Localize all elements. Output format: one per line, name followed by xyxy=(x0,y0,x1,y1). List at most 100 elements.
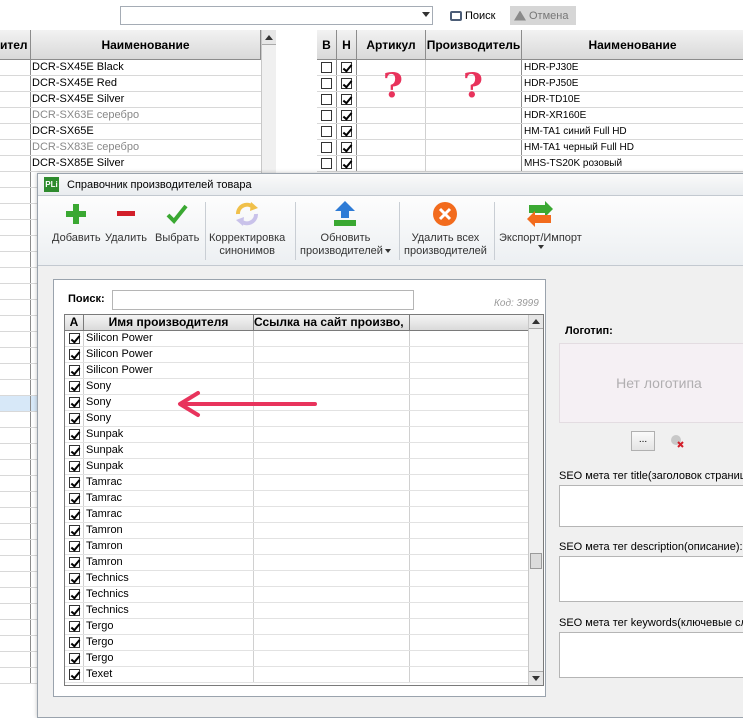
list-item[interactable]: Sunpak xyxy=(65,443,543,459)
column-header-site-link[interactable]: Ссылка на сайт произво, xyxy=(254,315,410,330)
synonyms-button[interactable]: Корректировка синонимов xyxy=(209,200,285,258)
vertical-scrollbar[interactable] xyxy=(528,315,543,685)
checkbox[interactable] xyxy=(341,78,352,89)
active-checkbox[interactable] xyxy=(68,397,80,408)
scroll-up-icon[interactable] xyxy=(529,315,543,329)
active-checkbox[interactable] xyxy=(68,621,80,632)
export-import-button[interactable]: Экспорт/Импорт xyxy=(499,200,582,249)
search-button[interactable]: Поиск xyxy=(446,6,499,25)
checkbox[interactable] xyxy=(341,94,352,105)
active-checkbox[interactable] xyxy=(68,349,80,360)
active-checkbox[interactable] xyxy=(68,541,80,552)
search-combobox[interactable] xyxy=(120,6,433,25)
column-header-v[interactable]: В xyxy=(317,30,337,59)
checkbox[interactable] xyxy=(321,62,332,73)
checkbox[interactable] xyxy=(321,126,332,137)
active-checkbox[interactable] xyxy=(68,525,80,536)
table-row[interactable]: HDR-PJ30E xyxy=(317,60,743,76)
scroll-thumb[interactable] xyxy=(530,553,542,569)
list-item[interactable]: Silicon Power xyxy=(65,347,543,363)
table-row[interactable]: MHS-TS20K розовый xyxy=(317,156,743,172)
checkbox[interactable] xyxy=(341,110,352,121)
list-item[interactable]: Tamron xyxy=(65,523,543,539)
cancel-button[interactable]: Отмена xyxy=(510,6,576,25)
list-item[interactable]: Tamrac xyxy=(65,507,543,523)
chevron-down-icon[interactable] xyxy=(422,12,430,17)
column-header-article[interactable]: Артикул xyxy=(357,30,426,59)
table-row[interactable]: HDR-TD10E xyxy=(317,92,743,108)
logo-placeholder[interactable]: Нет логотипа xyxy=(559,343,743,423)
active-checkbox[interactable] xyxy=(68,589,80,600)
table-row[interactable]: DCR-SX65E xyxy=(0,124,275,140)
column-header-manufacturer[interactable]: Производитель xyxy=(426,30,522,59)
list-item[interactable]: Tergo xyxy=(65,635,543,651)
checkbox[interactable] xyxy=(321,78,332,89)
checkbox[interactable] xyxy=(321,94,332,105)
table-row[interactable]: HDR-PJ50E xyxy=(317,76,743,92)
active-checkbox[interactable] xyxy=(68,461,80,472)
checkbox[interactable] xyxy=(341,142,352,153)
scroll-down-icon[interactable] xyxy=(529,671,543,685)
active-checkbox[interactable] xyxy=(68,637,80,648)
list-item[interactable]: Sunpak xyxy=(65,459,543,475)
column-header-name[interactable]: Наименование xyxy=(522,30,743,59)
active-checkbox[interactable] xyxy=(68,573,80,584)
add-button[interactable]: Добавить xyxy=(52,200,101,245)
update-manufacturers-button[interactable]: Обновить производителей xyxy=(300,200,391,258)
delete-button[interactable]: Удалить xyxy=(105,200,147,245)
list-item[interactable]: Silicon Power xyxy=(65,363,543,379)
seo-description-field[interactable] xyxy=(559,556,743,602)
table-row[interactable]: DCR-SX83E серебро xyxy=(0,140,275,156)
table-row[interactable]: DCR-SX45E Black xyxy=(0,60,275,76)
active-checkbox[interactable] xyxy=(68,413,80,424)
column-header-manufacturer-name[interactable]: Имя производителя xyxy=(84,315,254,330)
active-checkbox[interactable] xyxy=(68,669,80,680)
checkbox[interactable] xyxy=(341,62,352,73)
table-row[interactable]: DCR-SX63E серебро xyxy=(0,108,275,124)
checkbox[interactable] xyxy=(321,142,332,153)
table-row[interactable]: HDR-XR160E xyxy=(317,108,743,124)
active-checkbox[interactable] xyxy=(68,477,80,488)
table-row[interactable]: DCR-SX45E Red xyxy=(0,76,275,92)
dialog-titlebar[interactable]: PLi Справочник производителей товара xyxy=(38,174,743,196)
browse-logo-button[interactable]: ... xyxy=(631,431,655,451)
active-checkbox[interactable] xyxy=(68,653,80,664)
list-item[interactable]: Technics xyxy=(65,587,543,603)
table-row[interactable]: DCR-SX45E Silver xyxy=(0,92,275,108)
active-checkbox[interactable] xyxy=(68,509,80,520)
seo-keywords-field[interactable] xyxy=(559,632,743,678)
delete-all-button[interactable]: Удалить всех производителей xyxy=(404,200,487,258)
delete-logo-icon[interactable] xyxy=(670,434,684,448)
active-checkbox[interactable] xyxy=(68,557,80,568)
table-row[interactable]: HM-TA1 синий Full HD xyxy=(317,124,743,140)
active-checkbox[interactable] xyxy=(68,365,80,376)
select-button[interactable]: Выбрать xyxy=(155,200,199,245)
scroll-up-icon[interactable] xyxy=(262,30,276,45)
list-item[interactable]: Sunpak xyxy=(65,427,543,443)
active-checkbox[interactable] xyxy=(68,333,80,344)
column-header-name[interactable]: Наименование xyxy=(31,30,261,59)
checkbox[interactable] xyxy=(341,158,352,169)
search-input[interactable] xyxy=(112,290,414,310)
list-item[interactable]: Tamron xyxy=(65,555,543,571)
table-row[interactable]: DCR-SX85E Silver xyxy=(0,156,275,172)
list-item[interactable]: Tamrac xyxy=(65,475,543,491)
checkbox[interactable] xyxy=(341,126,352,137)
list-item[interactable]: Texet xyxy=(65,667,543,683)
list-item[interactable]: Tergo xyxy=(65,619,543,635)
list-item[interactable]: Technics xyxy=(65,603,543,619)
list-item[interactable]: Tamrac xyxy=(65,491,543,507)
active-checkbox[interactable] xyxy=(68,605,80,616)
list-item[interactable]: Tamron xyxy=(65,539,543,555)
active-checkbox[interactable] xyxy=(68,445,80,456)
checkbox[interactable] xyxy=(321,158,332,169)
active-checkbox[interactable] xyxy=(68,381,80,392)
active-checkbox[interactable] xyxy=(68,493,80,504)
list-item[interactable]: Tergo xyxy=(65,651,543,667)
column-header-active[interactable]: А xyxy=(65,315,84,330)
list-item[interactable]: Silicon Power xyxy=(65,331,543,347)
checkbox[interactable] xyxy=(321,110,332,121)
column-header-n[interactable]: Н xyxy=(337,30,357,59)
table-row[interactable]: HM-TA1 черный Full HD xyxy=(317,140,743,156)
list-item[interactable]: Technics xyxy=(65,571,543,587)
